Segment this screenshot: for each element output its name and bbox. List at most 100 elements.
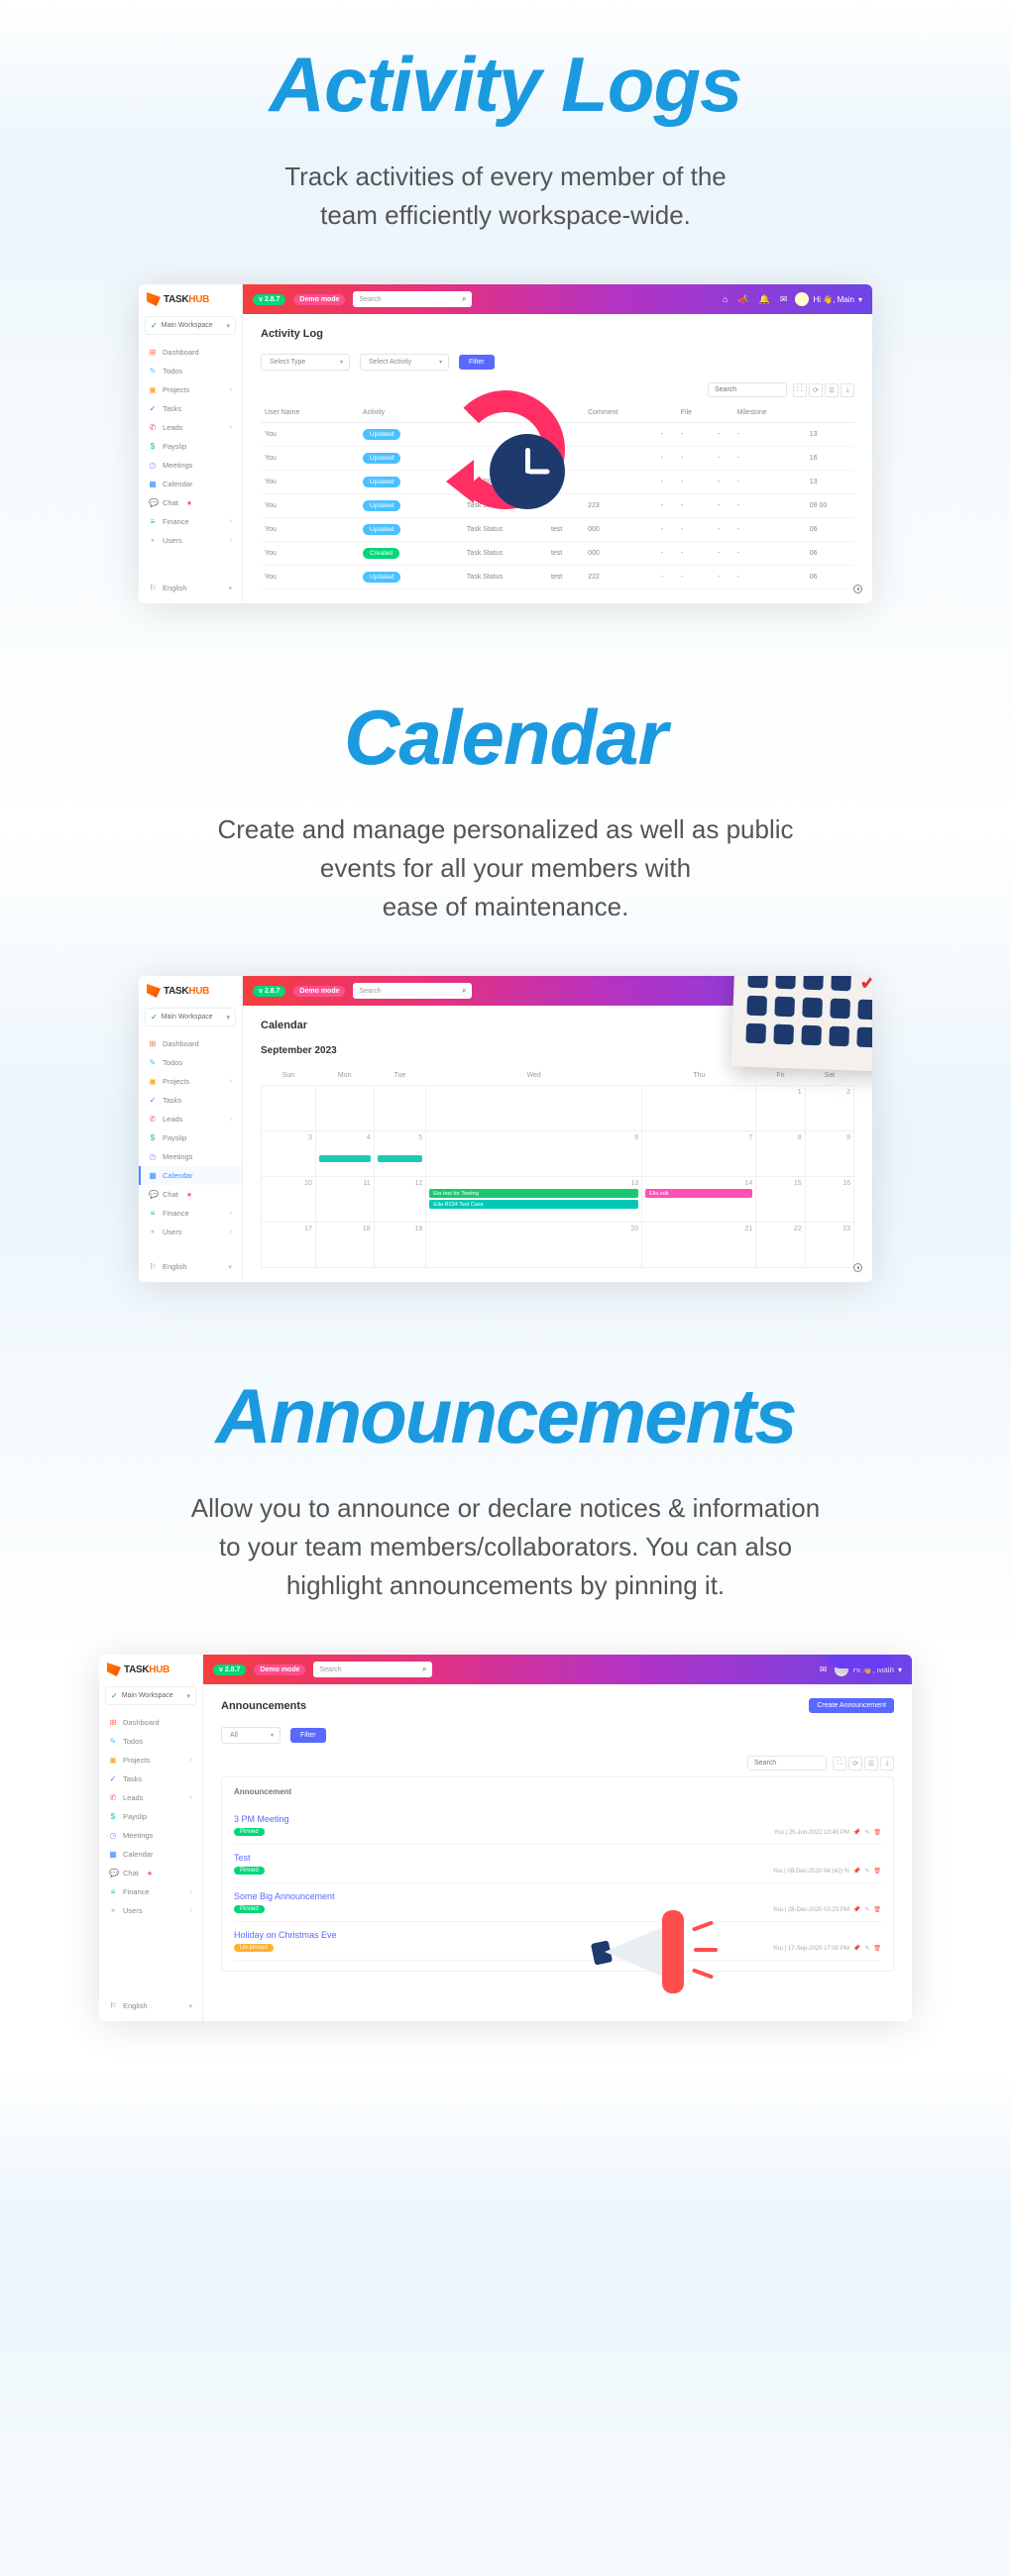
megaphone-icon[interactable]: 📣: [737, 294, 748, 305]
sidebar-item-projects[interactable]: ▣Projects›: [99, 1751, 202, 1770]
calendar-cell[interactable]: 13Eta test for TestingEda R234 Test Case: [426, 1177, 642, 1223]
edit-icon[interactable]: ✎: [864, 1945, 869, 1952]
pin-icon[interactable]: 📌: [853, 1868, 860, 1875]
announcement-title[interactable]: Test: [234, 1853, 881, 1863]
global-search[interactable]: Search ⌕: [313, 1662, 432, 1677]
sidebar-item-calendar[interactable]: ▦Calendar: [139, 1166, 242, 1185]
delete-icon[interactable]: 🗑: [873, 1906, 881, 1913]
filter-button[interactable]: Filter: [459, 355, 495, 370]
edit-icon[interactable]: ✎: [864, 1829, 869, 1836]
calendar-cell[interactable]: 14Ella edit: [642, 1177, 756, 1223]
calendar-cell[interactable]: 23: [805, 1223, 853, 1268]
delete-icon[interactable]: 🗑: [873, 1829, 881, 1836]
calendar-cell[interactable]: [315, 1086, 374, 1131]
calendar-cell[interactable]: 19: [374, 1223, 426, 1268]
calendar-event[interactable]: Ella edit: [645, 1189, 752, 1198]
calendar-cell[interactable]: 22: [756, 1223, 805, 1268]
home-icon[interactable]: ⌂: [723, 294, 728, 304]
refresh-icon[interactable]: ⟳: [848, 1757, 862, 1771]
delete-icon[interactable]: 🗑: [873, 1868, 881, 1875]
calendar-cell[interactable]: [374, 1086, 426, 1131]
edit-icon[interactable]: ✎: [864, 1906, 869, 1913]
select-activity[interactable]: Select Activity: [360, 354, 449, 371]
export-icon[interactable]: ⤓: [841, 383, 854, 397]
sidebar-item-chat[interactable]: 💬Chat★: [99, 1864, 202, 1882]
sidebar-item-dashboard[interactable]: ⊞Dashboard: [139, 1034, 242, 1053]
fullscreen-icon[interactable]: ⛶: [793, 383, 807, 397]
workspace-selector[interactable]: ✓ Main Workspace ▾: [145, 316, 236, 335]
sidebar-item-users[interactable]: ⚬Users›: [99, 1901, 202, 1920]
filter-button[interactable]: Filter: [290, 1728, 326, 1743]
sidebar-item-chat[interactable]: 💬Chat★: [139, 1185, 242, 1204]
message-icon[interactable]: ✉: [820, 1664, 828, 1675]
sidebar-language[interactable]: ⚐ English ▾: [99, 1996, 202, 2015]
sidebar-item-finance[interactable]: ≡Finance›: [139, 1204, 242, 1223]
calendar-cell[interactable]: [642, 1086, 756, 1131]
message-icon[interactable]: ✉: [780, 294, 788, 305]
sidebar-item-tasks[interactable]: ✓Tasks: [139, 1091, 242, 1110]
sidebar-item-dashboard[interactable]: ⊞Dashboard: [99, 1713, 202, 1732]
calendar-cell[interactable]: 16: [805, 1177, 853, 1223]
calendar-cell[interactable]: 10: [262, 1177, 316, 1223]
sidebar-item-payslip[interactable]: $Payslip: [139, 1128, 242, 1147]
calendar-cell[interactable]: 3: [262, 1131, 316, 1177]
calendar-cell[interactable]: 17: [262, 1223, 316, 1268]
table-row[interactable]: YouCreatedTask Statustest000----06: [261, 542, 854, 566]
sidebar-item-tasks[interactable]: ✓Tasks: [139, 399, 242, 418]
announcement-title[interactable]: Holiday on Christmas Eve: [234, 1930, 881, 1940]
calendar-cell[interactable]: 21: [642, 1223, 756, 1268]
sidebar-item-users[interactable]: ⚬Users›: [139, 531, 242, 550]
pin-icon[interactable]: 📌: [853, 1829, 860, 1836]
sidebar-item-dashboard[interactable]: ⊞Dashboard: [139, 343, 242, 362]
announcement-title[interactable]: 3 PM Meeting: [234, 1814, 881, 1824]
sidebar-language[interactable]: ⚐ English ▾: [139, 1257, 242, 1276]
columns-icon[interactable]: ☰: [825, 383, 839, 397]
sidebar-item-projects[interactable]: ▣Projects›: [139, 380, 242, 399]
calendar-cell[interactable]: 9: [805, 1131, 853, 1177]
pin-icon[interactable]: 📌: [853, 1906, 860, 1913]
calendar-cell[interactable]: 12: [374, 1177, 426, 1223]
sidebar-item-meetings[interactable]: ◷Meetings: [99, 1826, 202, 1845]
sidebar-item-leads[interactable]: ✆Leads›: [139, 1110, 242, 1128]
calendar-cell[interactable]: 11: [315, 1177, 374, 1223]
create-announcement-button[interactable]: Create Announcement: [809, 1698, 894, 1713]
workspace-selector[interactable]: ✓ Main Workspace ▾: [145, 1008, 236, 1026]
export-icon[interactable]: ⤓: [880, 1757, 894, 1771]
calendar-cell[interactable]: [262, 1086, 316, 1131]
sidebar-item-chat[interactable]: 💬Chat★: [139, 493, 242, 512]
announcement-item[interactable]: Some Big AnnouncementPinnedYou | 28-Dec-…: [234, 1883, 881, 1922]
calendar-cell[interactable]: 2: [805, 1086, 853, 1131]
workspace-selector[interactable]: ✓ Main Workspace ▾: [105, 1686, 196, 1705]
calendar-cell[interactable]: 20: [426, 1223, 642, 1268]
table-row[interactable]: YouUpdatedTask Statustest000----06: [261, 518, 854, 542]
sidebar-item-todos[interactable]: ✎Todos: [139, 362, 242, 380]
sidebar-item-finance[interactable]: ≡Finance›: [99, 1882, 202, 1901]
columns-icon[interactable]: ☰: [864, 1757, 878, 1771]
calendar-cell[interactable]: 6: [426, 1131, 642, 1177]
refresh-icon[interactable]: ⟳: [809, 383, 823, 397]
sidebar-item-calendar[interactable]: ▦Calendar: [99, 1845, 202, 1864]
user-menu[interactable]: Hi 👋, Main ▾: [795, 292, 862, 306]
sidebar-item-payslip[interactable]: $Payslip: [139, 437, 242, 456]
pin-icon[interactable]: 📌: [853, 1945, 860, 1952]
edit-icon[interactable]: ✎: [864, 1868, 869, 1875]
calendar-cell[interactable]: 7: [642, 1131, 756, 1177]
sidebar-item-meetings[interactable]: ◷Meetings: [139, 1147, 242, 1166]
sidebar-item-payslip[interactable]: $Payslip: [99, 1807, 202, 1826]
sidebar-item-calendar[interactable]: ▦Calendar: [139, 475, 242, 493]
calendar-cell[interactable]: 5: [374, 1131, 426, 1177]
calendar-cell[interactable]: 8: [756, 1131, 805, 1177]
calendar-cell[interactable]: 18: [315, 1223, 374, 1268]
sidebar-item-projects[interactable]: ▣Projects›: [139, 1072, 242, 1091]
sidebar-item-tasks[interactable]: ✓Tasks: [99, 1770, 202, 1788]
sidebar-item-todos[interactable]: ✎Todos: [139, 1053, 242, 1072]
table-search[interactable]: [747, 1756, 827, 1771]
table-search[interactable]: [708, 382, 787, 397]
calendar-event[interactable]: Eda R234 Test Case: [429, 1200, 638, 1209]
select-type[interactable]: Select Type: [261, 354, 350, 371]
calendar-cell[interactable]: [426, 1086, 642, 1131]
announcement-title[interactable]: Some Big Announcement: [234, 1891, 881, 1901]
sidebar-item-leads[interactable]: ✆Leads›: [99, 1788, 202, 1807]
bell-icon[interactable]: 🔔: [759, 294, 770, 305]
table-row[interactable]: YouUpdatedTask Statustest222----06: [261, 566, 854, 590]
